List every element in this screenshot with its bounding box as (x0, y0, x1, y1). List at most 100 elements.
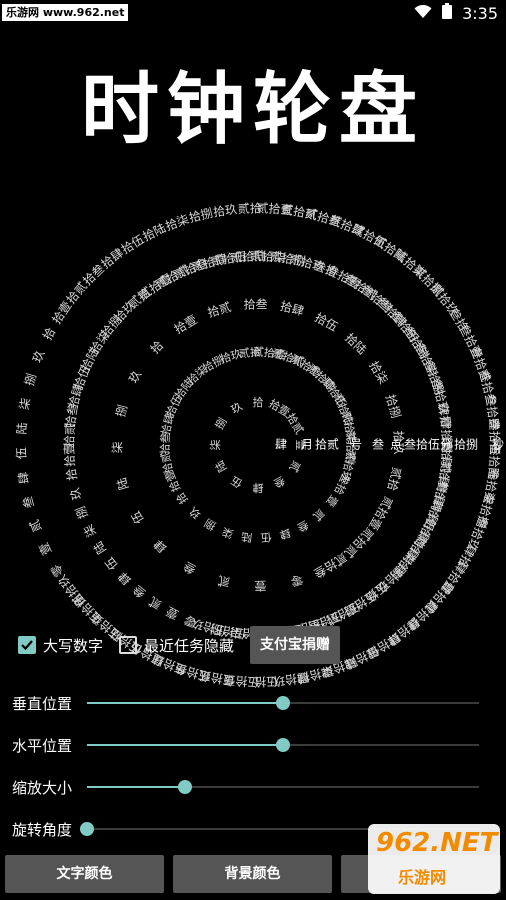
clock-wheel: 壹贰叁肆伍陆柒捌玖拾拾壹 拾贰壹贰叁肆伍陆柒捌玖拾拾壹 拾贰 拾叁 拾肆 拾伍 拾陆 拾柒 拾捌… (0, 200, 506, 690)
ring-label: 玖 (229, 400, 245, 417)
ring-label: 肆 (116, 569, 134, 587)
ring-label: 拾 (39, 325, 58, 343)
ring-label: 伍 (260, 530, 272, 544)
ring-label: 贰拾壹 (366, 494, 397, 533)
scale-slider: 缩放大小 (0, 772, 506, 802)
slider-thumb[interactable] (276, 696, 290, 710)
ring-label: 玖 (30, 348, 47, 364)
ring-label: 叁 (271, 473, 288, 491)
ring-label: 拾 (253, 395, 264, 409)
ring-label: 肆 (253, 481, 264, 494)
slider-fill (87, 786, 185, 788)
ring-label: 拾贰 (206, 299, 233, 320)
slider-track[interactable] (87, 738, 479, 752)
current-time-label: 秒 (492, 438, 504, 452)
uppercase-checkbox[interactable] (18, 636, 36, 654)
ring-label: 伍 (128, 509, 146, 527)
battery-icon (442, 3, 453, 23)
current-time-label: 肆 (275, 438, 287, 452)
ring-label: 玖 (187, 504, 204, 521)
ring-months: 壹贰叁肆伍陆柒捌玖拾拾壹拾贰 (209, 395, 307, 494)
slider-label: 垂直位置 (12, 695, 73, 713)
current-time-label: 拾贰 (315, 437, 339, 452)
ring-label: 柒 (209, 440, 222, 451)
slider-thumb[interactable] (80, 822, 94, 836)
ring-label: 拾 (63, 467, 80, 481)
vertical-position-slider: 垂直位置 (0, 688, 506, 718)
current-time-row: 肆月拾贰号叁点叁拾伍分 拾捌秒 (275, 437, 504, 452)
uppercase-label: 大写数字 (43, 636, 104, 655)
check-icon (21, 640, 33, 651)
ring-label: 贰 (286, 458, 304, 475)
slider-track[interactable] (87, 780, 479, 794)
ring-label: 叁 (19, 495, 36, 510)
options-row: 大写数字 最近任务隐藏 支付宝捐赠 (18, 625, 341, 665)
watermark-top: 962.NET (376, 828, 498, 858)
ring-label: 贰 (216, 573, 231, 590)
current-time-label: 点 (390, 438, 402, 452)
slider-fill (87, 702, 283, 704)
ring-label: 拾肆 (279, 298, 306, 318)
ring-label: 伍 (229, 473, 245, 490)
ring-label: 陆 (212, 458, 230, 475)
ring-label: 捌 (21, 372, 39, 388)
ring-label: 贰拾叁 (311, 550, 350, 581)
hide-recents-checkbox[interactable] (119, 636, 138, 654)
status-icons: 3:35 (414, 3, 498, 23)
ring-label: 壹 (254, 578, 266, 592)
ring-label: 肆 (278, 526, 292, 542)
current-time-label: 月 (301, 438, 313, 452)
ring-label: 捌 (112, 403, 129, 418)
ring-label: 捌 (202, 516, 219, 534)
ring-label: 拾捌 (383, 393, 404, 420)
ring-label: 叁 (181, 559, 199, 578)
ring-label: 柒 (110, 441, 124, 453)
ring-label: 贰拾 (385, 466, 405, 493)
ring-label: 贰 (146, 594, 164, 613)
ring-label: 柒 (221, 525, 236, 541)
ring-label: 拾壹 (171, 312, 199, 337)
current-time-label: 叁拾伍分 (404, 437, 452, 452)
ring-label: 伍 (102, 555, 120, 573)
ring-label: 柒 (17, 397, 33, 411)
ring-label: 拾叁 (243, 296, 267, 311)
ring-label: 拾陆 (342, 330, 370, 357)
ring-label: 拾捌 (187, 205, 214, 225)
ring-label: 拾柒 (366, 358, 391, 386)
ring-label: 陆 (114, 476, 132, 492)
horizontal-position-slider: 水平位置 (0, 730, 506, 760)
ring-label: 零 (289, 572, 304, 589)
text-color-button[interactable]: 文字颜色 (5, 855, 164, 893)
slider-track[interactable] (87, 696, 479, 710)
ring-label: 陆 (240, 530, 253, 545)
ring-label: 伍拾玖 (54, 572, 88, 610)
ring-label: 壹 (164, 604, 181, 622)
background-color-button[interactable]: 背景颜色 (173, 855, 332, 893)
slider-thumb[interactable] (178, 780, 192, 794)
ring-label: 拾伍 (312, 309, 340, 334)
status-bar: 乐游网 www.962.net 3:35 (0, 0, 506, 26)
ring-label: 贰 (26, 518, 44, 534)
ring-label: 柒 (81, 522, 99, 539)
ring-label: 拾贰 (284, 410, 307, 436)
ring-label: 陆 (14, 422, 30, 435)
ring-label: 壹 (323, 492, 340, 509)
slider-label: 缩放大小 (12, 779, 73, 797)
current-time-label: 拾捌 (454, 437, 478, 452)
ring-label: 肆 (16, 471, 32, 485)
ring-label: 拾玖 (212, 201, 238, 219)
donate-button[interactable]: 支付宝捐赠 (250, 626, 341, 664)
app-title: 时钟轮盘 (80, 65, 425, 155)
ring-label: 陆 (90, 539, 109, 557)
ring-label: 捌 (72, 504, 90, 521)
current-time-label: 号 (350, 438, 362, 452)
ring-label: 玖 (68, 486, 85, 501)
ring-label: 叁 (130, 582, 149, 601)
ring-label: 拾 (147, 337, 166, 356)
site-watermark-logo: 962.NET 乐游网 (368, 824, 500, 894)
slider-thumb[interactable] (276, 738, 290, 752)
wifi-icon (414, 4, 432, 23)
hide-recents-label: 最近任务隐藏 (144, 636, 235, 655)
ring-label: 叁 (295, 518, 311, 536)
ring-label: 捌 (212, 415, 230, 432)
